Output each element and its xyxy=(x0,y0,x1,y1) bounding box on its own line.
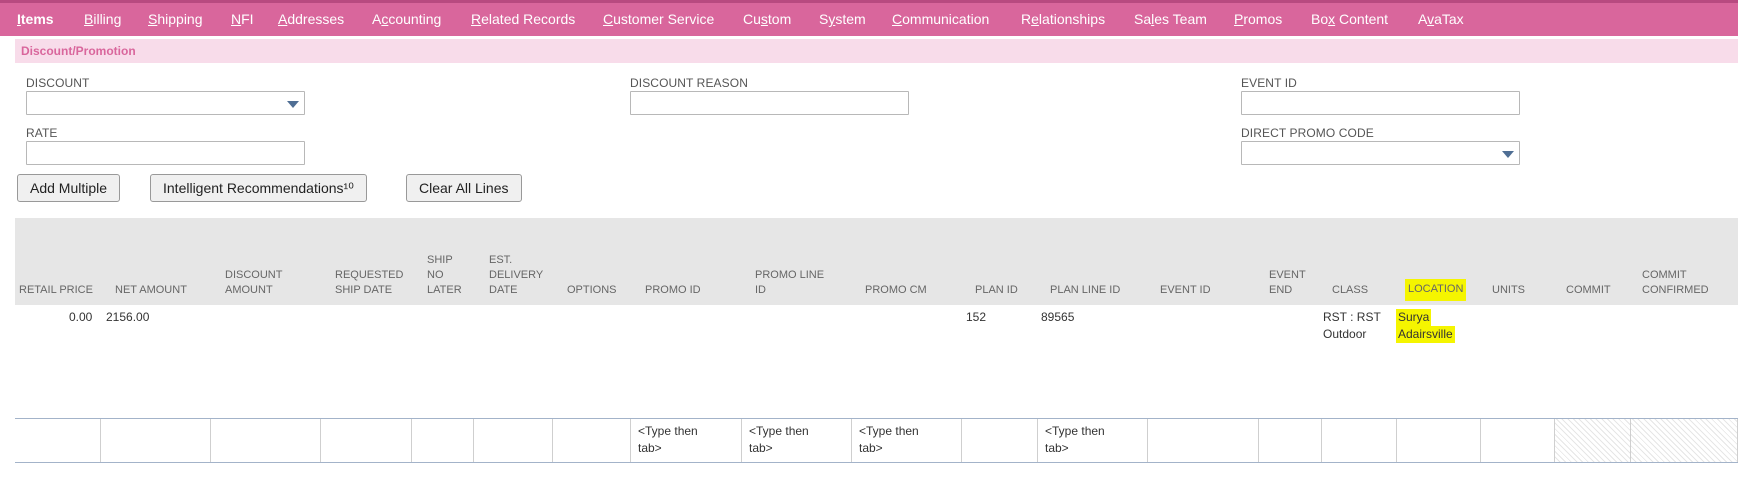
col-header-event-id[interactable]: EVENT ID xyxy=(1160,283,1211,298)
cell-plan-line-id: 89565 xyxy=(1041,310,1075,324)
col-header-requested-ship-date[interactable]: REQUESTED SHIP DATE xyxy=(335,268,403,298)
tab-items[interactable]: Items xyxy=(17,3,54,36)
entry-cell-plan-line-id[interactable]: <Type then tab> xyxy=(1038,419,1148,462)
entry-cell-class[interactable] xyxy=(1322,419,1397,462)
subtab-bar: Items Billing Shipping NFI Addresses Acc… xyxy=(0,0,1738,36)
tab-related-records[interactable]: Related Records xyxy=(471,3,575,36)
discount-select[interactable] xyxy=(26,91,305,115)
entry-cell-requested-ship-date[interactable] xyxy=(321,419,412,462)
chevron-down-icon[interactable] xyxy=(1502,151,1514,158)
col-header-commit[interactable]: COMMIT xyxy=(1566,283,1611,298)
discount-label: DISCOUNT xyxy=(26,76,90,90)
direct-promo-code-label: DIRECT PROMO CODE xyxy=(1241,126,1374,140)
col-header-plan-line-id[interactable]: PLAN LINE ID xyxy=(1050,283,1120,298)
entry-cell-commit-disabled xyxy=(1555,419,1631,462)
entry-cell-net-amount[interactable] xyxy=(101,419,211,462)
col-header-promo-cm[interactable]: PROMO CM xyxy=(865,283,927,298)
entry-cell-options[interactable] xyxy=(553,419,631,462)
new-line-entry-row[interactable]: <Type then tab> <Type then tab> <Type then… xyxy=(15,418,1738,463)
tab-nfi[interactable]: NFI xyxy=(231,3,254,36)
intelligent-recommendations-button[interactable]: Intelligent Recommendations¹⁰ xyxy=(150,174,367,202)
entry-cell-commit-confirmed-disabled xyxy=(1631,419,1738,462)
entry-cell-est-delivery-date[interactable] xyxy=(474,419,553,462)
add-multiple-button[interactable]: Add Multiple xyxy=(17,174,121,202)
cell-retail-price: 0.00 xyxy=(69,310,93,324)
discount-reason-label: DISCOUNT REASON xyxy=(630,76,748,90)
items-grid-header: RETAIL PRICE NET AMOUNT DISCOUNT AMOUNT R… xyxy=(15,218,1738,305)
tab-avatax[interactable]: AvaTax xyxy=(1418,3,1464,36)
col-header-options[interactable]: OPTIONS xyxy=(567,283,617,298)
entry-cell-promo-id[interactable]: <Type then tab> xyxy=(631,419,742,462)
entry-cell-discount-amount[interactable] xyxy=(211,419,321,462)
direct-promo-code-select[interactable] xyxy=(1241,141,1520,165)
col-header-commit-confirmed[interactable]: COMMIT CONFIRMED xyxy=(1642,268,1709,298)
col-header-event-end[interactable]: EVENT END xyxy=(1269,268,1306,298)
tab-system[interactable]: System xyxy=(819,3,866,36)
entry-cell-ship-no-later[interactable] xyxy=(412,419,474,462)
cell-class: RST : RST Outdoor xyxy=(1323,310,1381,341)
col-header-retail-price[interactable]: RETAIL PRICE xyxy=(19,283,93,298)
cell-plan-id: 152 xyxy=(966,310,987,324)
entry-cell-event-end[interactable] xyxy=(1259,419,1322,462)
tab-box-content[interactable]: Box Content xyxy=(1311,3,1388,36)
clear-all-lines-button[interactable]: Clear All Lines xyxy=(406,174,522,202)
col-header-units[interactable]: UNITS xyxy=(1492,283,1525,298)
event-id-field[interactable] xyxy=(1241,91,1520,115)
col-header-net-amount[interactable]: NET AMOUNT xyxy=(115,283,187,298)
tab-promos[interactable]: Promos xyxy=(1234,3,1282,36)
discount-reason-field[interactable] xyxy=(630,91,909,115)
cell-net-amount: 2156.00 xyxy=(106,310,150,324)
section-header-discount-promotion: Discount/Promotion xyxy=(15,39,1738,63)
tab-sales-team[interactable]: Sales Team xyxy=(1134,3,1207,36)
tab-accounting[interactable]: Accounting xyxy=(372,3,441,36)
col-header-ship-no-later[interactable]: SHIP NO LATER xyxy=(427,253,462,298)
tab-relationships[interactable]: Relationships xyxy=(1021,3,1105,36)
tab-shipping[interactable]: Shipping xyxy=(148,3,203,36)
tab-customer-service[interactable]: Customer Service xyxy=(603,3,714,36)
tab-custom[interactable]: Custom xyxy=(743,3,791,36)
tab-addresses[interactable]: Addresses xyxy=(278,3,344,36)
chevron-down-icon[interactable] xyxy=(287,101,299,108)
tab-billing[interactable]: Billing xyxy=(84,3,121,36)
col-header-class[interactable]: CLASS xyxy=(1332,283,1368,298)
col-header-est-delivery-date[interactable]: EST. DELIVERY DATE xyxy=(489,253,543,298)
col-header-plan-id[interactable]: PLAN ID xyxy=(975,283,1018,298)
col-header-discount-amount[interactable]: DISCOUNT AMOUNT xyxy=(225,268,282,298)
entry-cell-plan-id[interactable] xyxy=(962,419,1038,462)
entry-cell-promo-line-id[interactable]: <Type then tab> xyxy=(742,419,852,462)
entry-cell-event-id[interactable] xyxy=(1148,419,1259,462)
col-header-promo-line-id[interactable]: PROMO LINE ID xyxy=(755,268,824,298)
tab-communication[interactable]: Communication xyxy=(892,3,989,36)
entry-cell-promo-cm[interactable]: <Type then tab> xyxy=(852,419,962,462)
cell-location: Surya Adairsville xyxy=(1396,309,1455,343)
rate-label: RATE xyxy=(26,126,58,140)
entry-cell-retail-price[interactable] xyxy=(15,419,101,462)
col-header-promo-id[interactable]: PROMO ID xyxy=(645,283,701,298)
entry-cell-units[interactable] xyxy=(1481,419,1555,462)
event-id-label: EVENT ID xyxy=(1241,76,1297,90)
entry-cell-location[interactable] xyxy=(1397,419,1481,462)
col-header-location[interactable]: LOCATION xyxy=(1405,279,1467,301)
rate-field[interactable] xyxy=(26,141,305,165)
section-title: Discount/Promotion xyxy=(21,44,136,58)
